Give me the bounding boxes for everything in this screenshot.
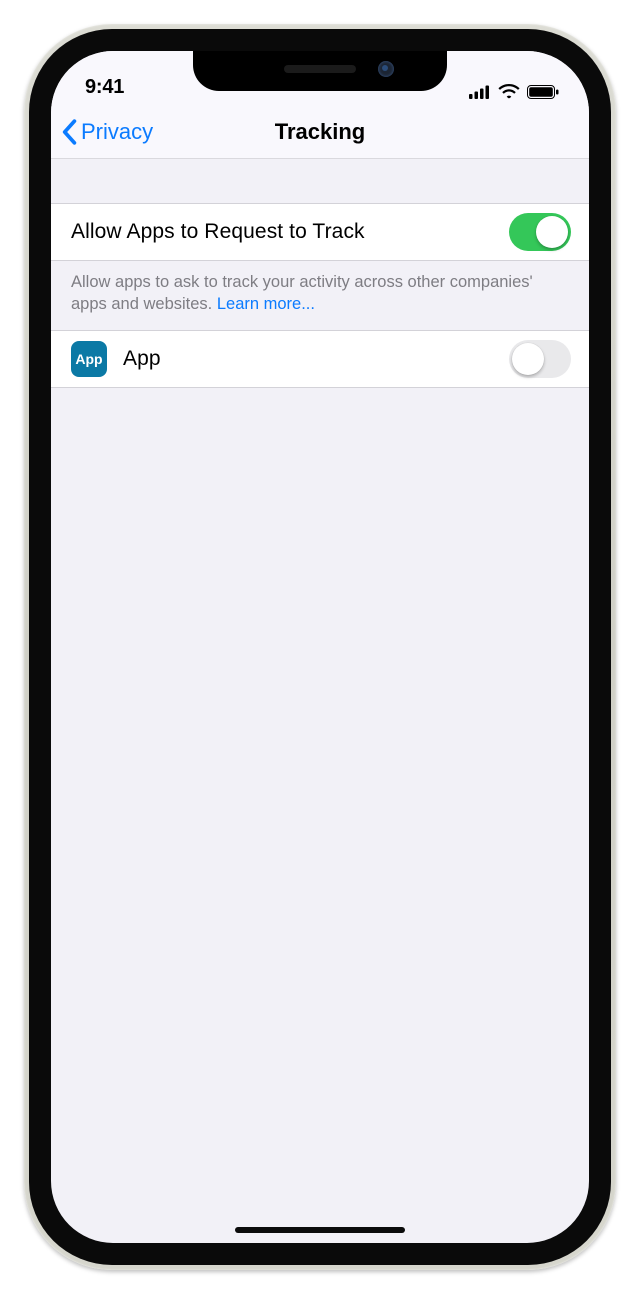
wifi-icon: [498, 84, 520, 99]
section-footer: Allow apps to ask to track your activity…: [51, 261, 589, 330]
app-tracking-toggle[interactable]: [509, 340, 571, 378]
app-tracking-row: App App: [51, 330, 589, 388]
front-camera-icon: [378, 61, 394, 77]
earpiece-speaker: [284, 65, 356, 73]
back-button[interactable]: Privacy: [61, 105, 153, 159]
status-time: 9:41: [85, 76, 124, 99]
chevron-left-icon: [61, 119, 77, 145]
allow-apps-to-track-toggle[interactable]: [509, 213, 571, 251]
allow-apps-to-track-row: Allow Apps to Request to Track: [51, 203, 589, 261]
nav-bar: Privacy Tracking: [51, 105, 589, 159]
content-area: Allow Apps to Request to Track Allow app…: [51, 159, 589, 1243]
app-icon: App: [71, 341, 107, 377]
home-indicator[interactable]: [235, 1227, 405, 1233]
screen: 9:41: [51, 51, 589, 1243]
back-label: Privacy: [81, 119, 153, 145]
device-frame: 9:41: [24, 24, 616, 1270]
learn-more-link[interactable]: Learn more...: [217, 295, 315, 313]
cellular-icon: [469, 85, 491, 99]
app-name-label: App: [123, 347, 509, 371]
notch: [193, 51, 447, 91]
allow-apps-to-track-label: Allow Apps to Request to Track: [71, 220, 509, 244]
battery-icon: [527, 85, 559, 99]
app-icon-label: App: [75, 351, 102, 367]
